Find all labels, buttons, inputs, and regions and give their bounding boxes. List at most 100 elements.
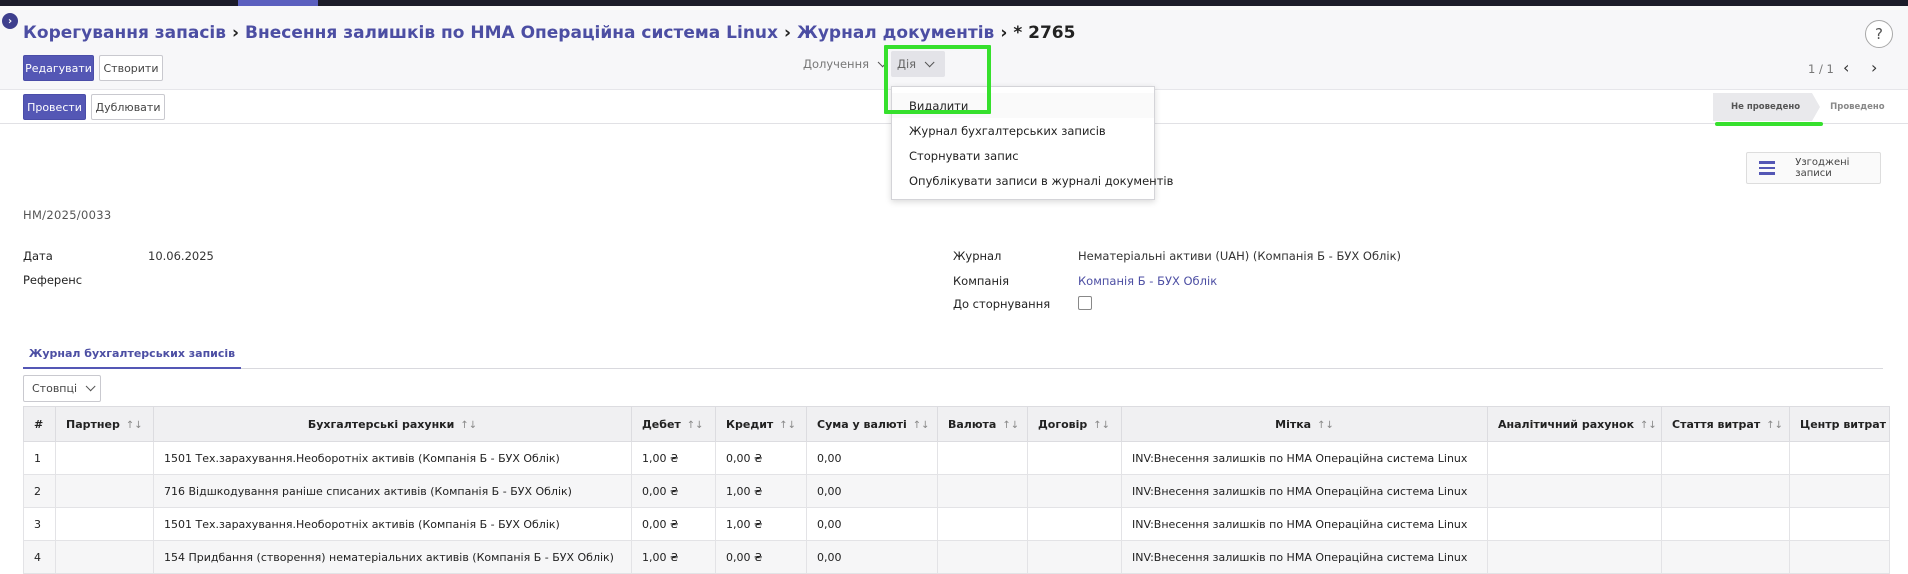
column-header-label[interactable]: Мітка ↑↓ — [1121, 406, 1488, 442]
chevron-down-icon — [877, 56, 888, 67]
analytic-account-cell[interactable] — [1487, 540, 1662, 574]
action-dropdown[interactable]: Дія — [891, 51, 945, 77]
account-cell[interactable]: 716 Відшкодування раніше списаних активі… — [153, 474, 632, 508]
chevron-right-icon: › — [232, 23, 240, 43]
highlight-underline — [1715, 122, 1823, 126]
currency-cell[interactable] — [937, 507, 1028, 541]
chevron-right-icon: › — [784, 23, 792, 43]
label-cell[interactable]: INV:Внесення залишків по НМА Операційна … — [1121, 507, 1488, 541]
expense-item-cell[interactable] — [1661, 507, 1790, 541]
debit-cell[interactable]: 1,00 ₴ — [631, 441, 716, 475]
debit-cell[interactable]: 0,00 ₴ — [631, 507, 716, 541]
table-row[interactable]: 2 716 Відшкодування раніше списаних акти… — [23, 474, 1890, 508]
partner-cell[interactable] — [55, 474, 154, 508]
partner-cell[interactable] — [55, 507, 154, 541]
date-value[interactable]: 10.06.2025 — [148, 249, 214, 263]
sort-icon: ↑↓ — [1640, 419, 1657, 431]
currency-cell[interactable] — [937, 441, 1028, 475]
column-header-contract[interactable]: Договір ↑↓ — [1027, 406, 1122, 442]
amount-currency-cell[interactable]: 0,00 — [806, 507, 938, 541]
tab-strip — [23, 368, 1883, 369]
analytic-account-cell[interactable] — [1487, 507, 1662, 541]
amount-currency-cell[interactable]: 0,00 — [806, 474, 938, 508]
column-header-partner[interactable]: Партнер ↑↓ — [55, 406, 154, 442]
menu-item-journal-items[interactable]: Журнал бухгалтерських записів — [892, 118, 1154, 143]
account-cell[interactable]: 1501 Тех.зарахування.Необоротніх активів… — [153, 441, 632, 475]
contract-cell[interactable] — [1027, 540, 1122, 574]
analytic-account-cell[interactable] — [1487, 474, 1662, 508]
table-row[interactable]: 1 1501 Тех.зарахування.Необоротніх актив… — [23, 441, 1890, 475]
account-cell[interactable]: 154 Придбання (створення) нематеріальних… — [153, 540, 632, 574]
cost-center-cell[interactable] — [1789, 540, 1890, 574]
column-header-analytic-account[interactable]: Аналітичний рахунок ↑↓ — [1487, 406, 1662, 442]
breadcrumb-item-nma-balance[interactable]: Внесення залишків по НМА Операційна сист… — [245, 23, 778, 43]
pager-previous-icon[interactable]: ‹ — [1843, 58, 1849, 77]
sidebar-toggle-icon[interactable]: › — [2, 13, 18, 29]
partner-cell[interactable] — [55, 540, 154, 574]
column-header-currency[interactable]: Валюта ↑↓ — [937, 406, 1028, 442]
expense-item-cell[interactable] — [1661, 474, 1790, 508]
cost-center-cell[interactable] — [1789, 441, 1890, 475]
account-cell[interactable]: 1501 Тех.зарахування.Необоротніх активів… — [153, 507, 632, 541]
credit-cell[interactable]: 1,00 ₴ — [715, 474, 807, 508]
column-header-number[interactable]: # — [23, 406, 56, 442]
reconciled-entries-button[interactable]: Узгоджені записи — [1746, 152, 1881, 184]
partner-cell[interactable] — [55, 441, 154, 475]
columns-label: Стовпці — [32, 382, 78, 395]
create-button[interactable]: Створити — [99, 55, 163, 81]
currency-cell[interactable] — [937, 540, 1028, 574]
analytic-account-cell[interactable] — [1487, 441, 1662, 475]
column-header-amount-currency[interactable]: Сума у валюті ↑↓ — [806, 406, 938, 442]
contract-cell[interactable] — [1027, 507, 1122, 541]
pager-value[interactable]: 1 / 1 — [1808, 62, 1834, 76]
attachments-dropdown[interactable]: Долучення — [797, 51, 890, 77]
tab-journal-items[interactable]: Журнал бухгалтерських записів — [23, 340, 241, 369]
menu-item-publish-entries[interactable]: Опублікувати записи в журналі документів — [892, 168, 1173, 193]
help-button[interactable]: ? — [1865, 20, 1893, 48]
stage-draft[interactable]: Не проведено — [1713, 93, 1821, 121]
column-header-credit[interactable]: Кредит ↑↓ — [715, 406, 807, 442]
breadcrumb-item-inventory-adjustment[interactable]: Корегування запасів — [23, 23, 226, 43]
stage-posted[interactable]: Проведено — [1812, 93, 1905, 121]
breadcrumb-item-journal-entries[interactable]: Журнал документів — [797, 23, 994, 43]
pager-next-icon[interactable]: › — [1871, 58, 1877, 77]
cost-center-cell[interactable] — [1789, 474, 1890, 508]
edit-button[interactable]: Редагувати — [23, 55, 94, 81]
label-cell[interactable]: INV:Внесення залишків по НМА Операційна … — [1121, 540, 1488, 574]
credit-cell[interactable]: 1,00 ₴ — [715, 507, 807, 541]
row-number: 3 — [23, 507, 56, 541]
currency-cell[interactable] — [937, 474, 1028, 508]
reversal-checkbox[interactable] — [1078, 296, 1092, 310]
chevron-right-icon: › — [1000, 23, 1008, 43]
menu-item-delete[interactable]: Видалити — [892, 93, 1154, 118]
journal-value[interactable]: Нематеріальні активи (UAH) (Компанія Б -… — [1078, 249, 1401, 263]
credit-cell[interactable]: 0,00 ₴ — [715, 441, 807, 475]
sort-icon: ↑↓ — [1317, 419, 1334, 431]
column-header-account[interactable]: Бухгалтерські рахунки ↑↓ — [153, 406, 632, 442]
contract-cell[interactable] — [1027, 441, 1122, 475]
menu-item-reverse-entry[interactable]: Сторнувати запис — [892, 143, 1154, 168]
duplicate-button[interactable]: Дублювати — [91, 94, 165, 120]
debit-cell[interactable]: 0,00 ₴ — [631, 474, 716, 508]
post-button[interactable]: Провести — [23, 94, 86, 120]
credit-cell[interactable]: 0,00 ₴ — [715, 540, 807, 574]
company-link[interactable]: Компанія Б - БУХ Облік — [1078, 274, 1217, 288]
cost-center-cell[interactable] — [1789, 507, 1890, 541]
breadcrumb-current: * 2765 — [1013, 23, 1076, 43]
label-cell[interactable]: INV:Внесення залишків по НМА Операційна … — [1121, 441, 1488, 475]
debit-cell[interactable]: 1,00 ₴ — [631, 540, 716, 574]
expense-item-cell[interactable] — [1661, 540, 1790, 574]
journal-label: Журнал — [953, 249, 1002, 263]
expense-item-cell[interactable] — [1661, 441, 1790, 475]
column-header-cost-center[interactable]: Центр витрат — [1789, 406, 1890, 442]
column-header-debit[interactable]: Дебет ↑↓ — [631, 406, 716, 442]
contract-cell[interactable] — [1027, 474, 1122, 508]
table-row[interactable]: 4 154 Придбання (створення) нематеріальн… — [23, 540, 1890, 574]
label-cell[interactable]: INV:Внесення залишків по НМА Операційна … — [1121, 474, 1488, 508]
table-row[interactable]: 3 1501 Тех.зарахування.Необоротніх актив… — [23, 507, 1890, 541]
amount-currency-cell[interactable]: 0,00 — [806, 540, 938, 574]
column-header-expense-item[interactable]: Стаття витрат ↑↓ — [1661, 406, 1790, 442]
columns-button[interactable]: Стовпці — [23, 375, 102, 402]
amount-currency-cell[interactable]: 0,00 — [806, 441, 938, 475]
sort-icon: ↑↓ — [1002, 419, 1020, 431]
